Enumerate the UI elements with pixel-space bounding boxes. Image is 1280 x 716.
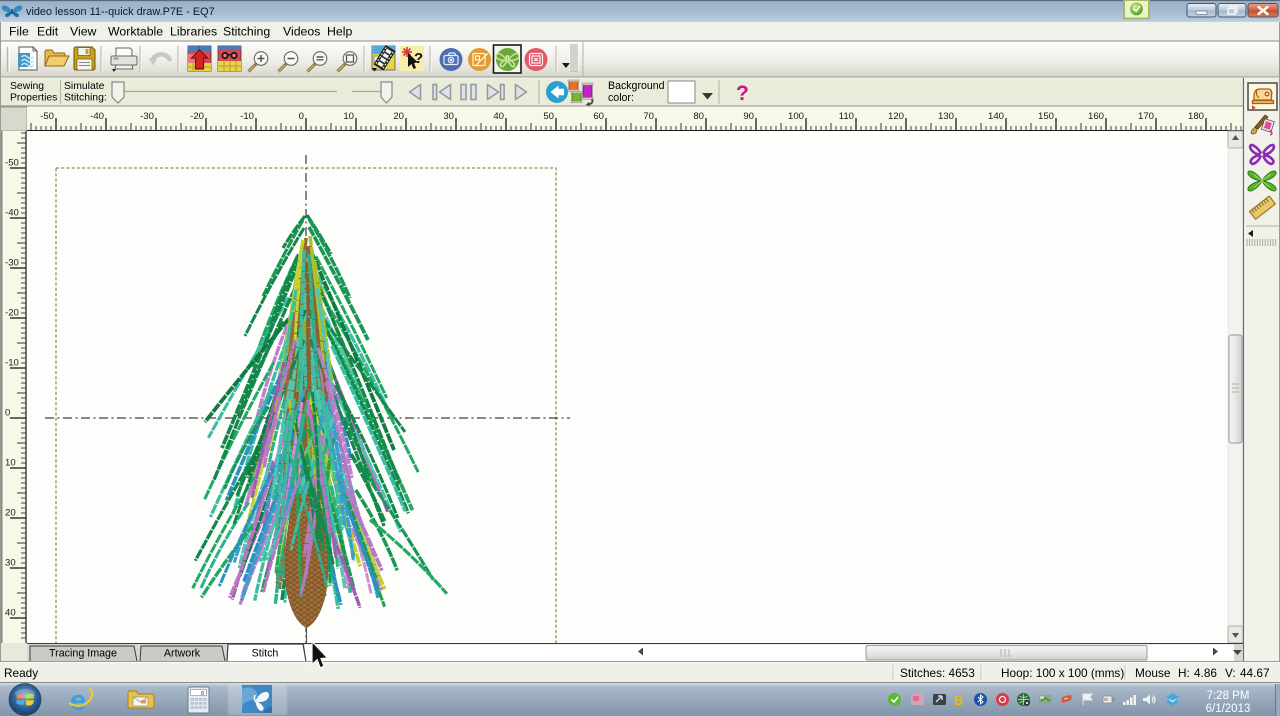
svg-text:140: 140: [988, 111, 1004, 122]
svg-text:Worktable: Worktable: [108, 25, 163, 39]
svg-text:-50: -50: [5, 158, 19, 169]
svg-text:-50: -50: [40, 111, 54, 122]
svg-text:44.67: 44.67: [1240, 666, 1270, 680]
svg-text:?: ?: [736, 82, 749, 105]
svg-text:Background: Background: [608, 80, 665, 92]
svg-text:90: 90: [743, 111, 754, 122]
svg-text:50: 50: [543, 111, 554, 122]
svg-text:-20: -20: [190, 111, 204, 122]
svg-text:180: 180: [1188, 111, 1204, 122]
svg-text:-40: -40: [5, 208, 19, 219]
svg-text:130: 130: [938, 111, 954, 122]
svg-text:Sewing: Sewing: [10, 81, 44, 92]
svg-text:Properties: Properties: [10, 93, 57, 104]
svg-text:Stitches: 4653: Stitches: 4653: [900, 666, 975, 680]
svg-text:170: 170: [1138, 111, 1154, 122]
svg-text:120: 120: [888, 111, 904, 122]
svg-text:Videos: Videos: [283, 25, 320, 39]
svg-text:Edit: Edit: [37, 25, 59, 39]
svg-text:Tracing Image: Tracing Image: [49, 648, 117, 660]
svg-text:4.86: 4.86: [1194, 666, 1217, 680]
svg-text:Stitch: Stitch: [252, 648, 279, 660]
svg-text:B: B: [954, 693, 963, 708]
svg-text:Simulate: Simulate: [64, 81, 105, 92]
svg-text:-20: -20: [5, 308, 19, 319]
svg-text:-30: -30: [140, 111, 154, 122]
svg-text:40: 40: [5, 608, 16, 619]
svg-text:80: 80: [693, 111, 704, 122]
svg-text:7:28 PM: 7:28 PM: [1207, 690, 1250, 702]
svg-text:V:: V:: [1225, 666, 1236, 680]
svg-text:-30: -30: [5, 258, 19, 269]
svg-text:8: 8: [201, 691, 204, 697]
svg-text:color:: color:: [608, 92, 634, 104]
svg-text:-40: -40: [90, 111, 104, 122]
svg-text:0: 0: [5, 408, 10, 419]
svg-text:File: File: [9, 25, 29, 39]
svg-text:0: 0: [299, 111, 304, 122]
svg-text:Stitching: Stitching: [223, 25, 270, 39]
svg-text:Ready: Ready: [4, 666, 38, 680]
svg-text:160: 160: [1088, 111, 1104, 122]
svg-text:-10: -10: [5, 358, 19, 369]
svg-text:-10: -10: [240, 111, 254, 122]
svg-text:20: 20: [393, 111, 404, 122]
svg-text:video lesson 11--quick draw.P7: video lesson 11--quick draw.P7E - EQ7: [26, 6, 215, 18]
svg-text:20: 20: [5, 508, 16, 519]
svg-text:6/1/2013: 6/1/2013: [1206, 703, 1251, 715]
svg-text:View: View: [70, 25, 97, 39]
svg-text:Stitching:: Stitching:: [64, 93, 107, 104]
svg-text:Help: Help: [327, 25, 352, 39]
svg-text:30: 30: [443, 111, 454, 122]
svg-text:10: 10: [343, 111, 354, 122]
svg-text:60: 60: [593, 111, 604, 122]
svg-text:110: 110: [839, 111, 854, 122]
svg-text:30: 30: [5, 558, 16, 569]
svg-text:?: ?: [414, 50, 423, 67]
svg-text:Hoop: 100 x 100 (mms): Hoop: 100 x 100 (mms): [1001, 666, 1124, 680]
svg-text:150: 150: [1038, 111, 1054, 122]
svg-text:Mouse: Mouse: [1135, 666, 1171, 680]
svg-text:100: 100: [788, 111, 804, 122]
svg-text:H:: H:: [1178, 666, 1190, 680]
svg-text:10: 10: [5, 458, 16, 469]
svg-text:Libraries: Libraries: [170, 25, 217, 39]
svg-text:70: 70: [643, 111, 654, 122]
svg-text:e: e: [70, 685, 86, 716]
svg-text:Artwork: Artwork: [164, 648, 201, 660]
svg-text:40: 40: [493, 111, 504, 122]
